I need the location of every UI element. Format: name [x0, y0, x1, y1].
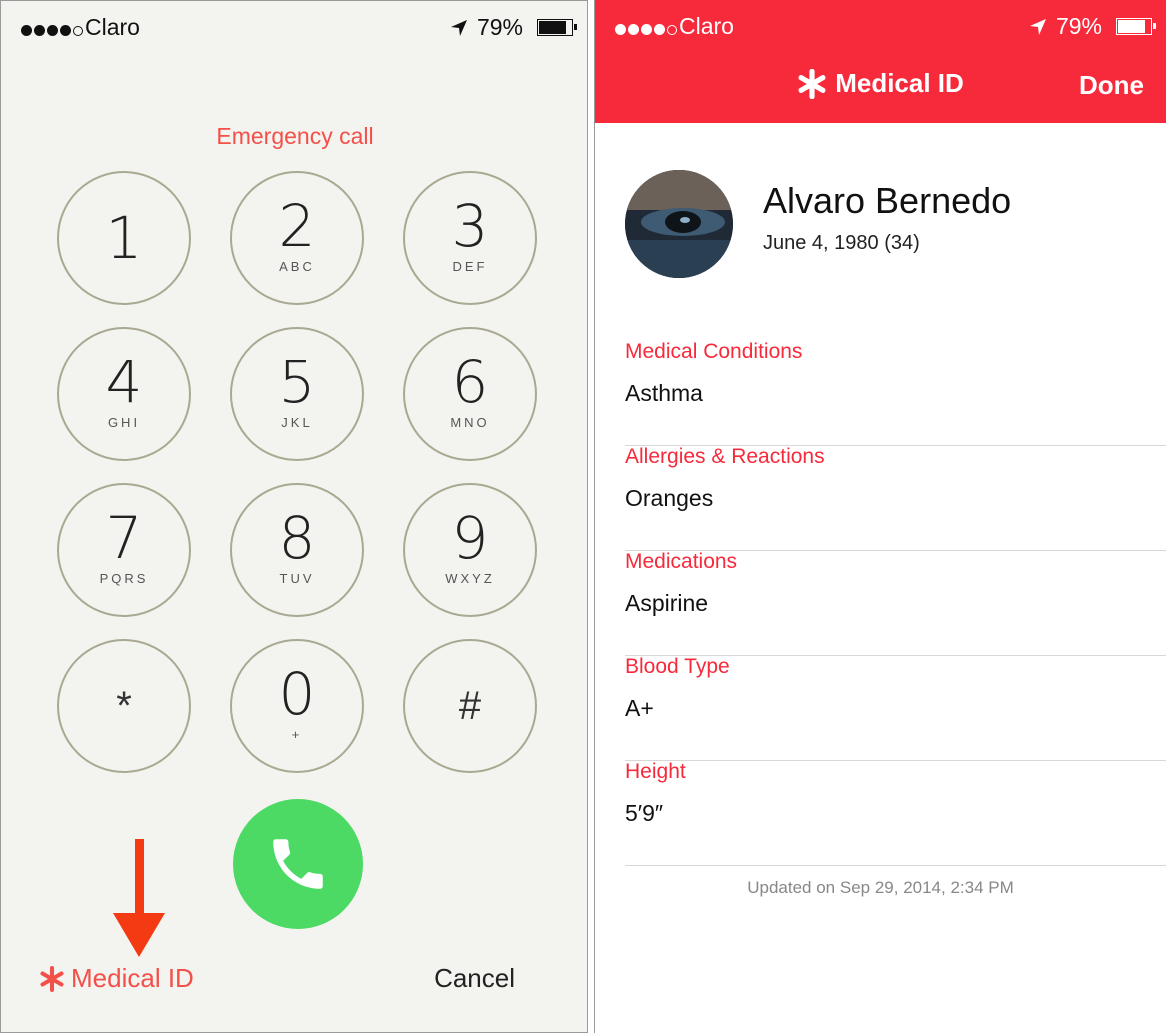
done-button[interactable]: Done	[1079, 70, 1144, 101]
status-bar: Claro 79%	[595, 0, 1166, 56]
emergency-dialer-panel: Claro 79% Emergency call 1 2 ABC 3 DEF 4 GHI 5 J…	[0, 0, 588, 1033]
location-arrow-icon	[1029, 18, 1046, 35]
medical-info-value: A+	[625, 695, 654, 721]
cancel-button[interactable]: Cancel	[434, 963, 515, 994]
battery-icon	[1116, 18, 1156, 35]
key-letters: +	[291, 727, 303, 742]
status-bar: Claro 79%	[1, 1, 587, 57]
key-letters: ABC	[279, 259, 315, 274]
phone-icon	[273, 839, 323, 889]
medical-info-value: Oranges	[625, 485, 714, 511]
key-8[interactable]: 8 TUV	[230, 483, 364, 617]
key-5[interactable]: 5 JKL	[230, 327, 364, 461]
asterisk-icon	[40, 965, 64, 992]
key-letters: MNO	[450, 415, 490, 430]
signal-strength-icon	[615, 15, 679, 42]
key-digit: 9	[451, 504, 489, 572]
emergency-call-title: Emergency call	[216, 123, 374, 149]
asterisk-icon	[798, 68, 826, 99]
medical-info-row: Height 5′9″	[625, 760, 1166, 866]
key-digit: 4	[105, 348, 143, 416]
key-4[interactable]: 4 GHI	[57, 327, 191, 461]
key-0[interactable]: 0 +	[230, 639, 364, 773]
key-digit: 5	[278, 348, 316, 416]
medical-info-row: Allergies & Reactions Oranges	[625, 445, 1166, 551]
key-3[interactable]: 3 DEF	[403, 171, 537, 305]
key-7[interactable]: 7 PQRS	[57, 483, 191, 617]
key-digit: 2	[278, 192, 316, 260]
medical-info-row: Medications Aspirine	[625, 550, 1166, 656]
key-letters: TUV	[279, 571, 315, 586]
medical-id-link[interactable]: Medical ID	[39, 963, 194, 994]
key-symbol: #	[458, 684, 482, 728]
key-1[interactable]: 1	[57, 171, 191, 305]
key-digit: 0	[278, 660, 316, 728]
key-2[interactable]: 2 ABC	[230, 171, 364, 305]
key-star[interactable]: *	[57, 639, 191, 773]
profile-birthdate: June 4, 1980 (34)	[763, 232, 920, 254]
down-arrow-annotation	[113, 839, 165, 957]
battery-percentage: 79%	[1055, 13, 1102, 39]
medical-info-value: Aspirine	[625, 590, 709, 616]
key-digit: 7	[105, 504, 143, 572]
location-arrow-icon	[450, 19, 467, 36]
battery-icon	[537, 19, 577, 36]
signal-strength-icon	[21, 16, 85, 43]
carrier-name: Claro	[679, 13, 734, 39]
medical-id-label: Medical ID	[71, 963, 194, 993]
medical-info-value: 5′9″	[625, 800, 664, 826]
key-digit: 3	[451, 192, 489, 260]
key-letters: PQRS	[99, 571, 149, 586]
medical-info-label: Allergies & Reactions	[625, 445, 825, 468]
key-hash[interactable]: #	[403, 639, 537, 773]
key-digit: 8	[278, 504, 316, 572]
medical-id-header: Claro 79% Medical ID Done	[595, 0, 1166, 123]
key-letters: JKL	[281, 415, 313, 430]
avatar	[625, 170, 733, 278]
key-9[interactable]: 9 WXYZ	[403, 483, 537, 617]
medical-info-row: Blood Type A+	[625, 655, 1166, 761]
key-digit: 1	[105, 204, 143, 272]
call-button[interactable]	[233, 799, 363, 929]
medical-info-label: Medical Conditions	[625, 340, 803, 363]
medical-info-label: Blood Type	[625, 655, 730, 678]
carrier-name: Claro	[85, 14, 140, 40]
profile-name: Alvaro Bernedo	[763, 180, 1012, 221]
avatar-photo	[625, 170, 733, 278]
medical-info-label: Medications	[625, 550, 738, 573]
key-symbol: *	[116, 684, 132, 728]
medical-info-row: Medical Conditions Asthma	[625, 340, 1166, 446]
key-letters: GHI	[107, 415, 141, 430]
battery-percentage: 79%	[476, 14, 523, 40]
key-digit: 6	[451, 348, 489, 416]
medical-id-panel: Claro 79% Medical ID Done Alvaro Bernedo…	[594, 0, 1166, 1033]
key-6[interactable]: 6 MNO	[403, 327, 537, 461]
medical-info-label: Height	[625, 760, 686, 783]
updated-timestamp: Updated on Sep 29, 2014, 2:34 PM	[747, 878, 1014, 897]
medical-info-value: Asthma	[625, 380, 703, 406]
key-letters: WXYZ	[445, 571, 495, 586]
key-letters: DEF	[452, 259, 488, 274]
nav-title-label: Medical ID	[835, 68, 964, 98]
